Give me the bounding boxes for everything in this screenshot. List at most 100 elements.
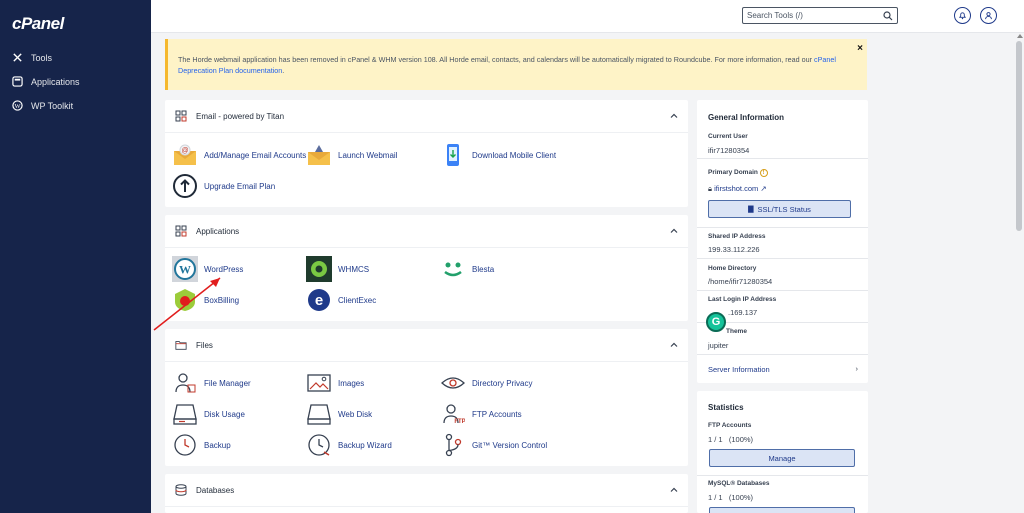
svg-text:e: e xyxy=(315,292,323,309)
upgrade-email-plan[interactable]: Upgrade Email Plan xyxy=(172,173,275,199)
search-box[interactable] xyxy=(742,7,898,24)
notifications-button[interactable] xyxy=(954,7,971,24)
item-label: FTP Accounts xyxy=(472,409,522,419)
images[interactable]: Images xyxy=(306,370,364,396)
ftp-accounts[interactable]: FTP FTP Accounts xyxy=(440,401,522,427)
mysql-manage-button[interactable] xyxy=(709,507,855,513)
disk-usage[interactable]: Disk Usage xyxy=(172,401,245,427)
deprecation-notice: × The Horde webmail application has been… xyxy=(165,39,867,90)
divider xyxy=(697,158,868,159)
clientexec-icon: e xyxy=(306,287,332,313)
divider xyxy=(697,258,868,259)
item-label: Git™ Version Control xyxy=(472,440,548,450)
backup[interactable]: Backup xyxy=(172,432,231,458)
item-label: Add/Manage Email Accounts xyxy=(204,150,307,160)
manage-button[interactable]: Manage xyxy=(709,449,855,467)
scroll-thumb[interactable] xyxy=(1016,41,1022,231)
external-link-icon: ↗ xyxy=(760,184,767,193)
scroll-up-arrow-icon[interactable] xyxy=(1017,34,1023,38)
item-label: Launch Webmail xyxy=(338,150,398,160)
download-mobile-client[interactable]: Download Mobile Client xyxy=(440,142,556,168)
search-input[interactable] xyxy=(747,11,877,20)
launch-webmail[interactable]: Launch Webmail xyxy=(306,142,397,168)
databases-panel-title: Databases xyxy=(196,485,235,495)
file-manager[interactable]: File Manager xyxy=(172,370,251,396)
git-version-control[interactable]: Git™ Version Control xyxy=(440,432,547,458)
email-panel-title: Email - powered by Titan xyxy=(196,111,285,121)
directory-privacy[interactable]: Directory Privacy xyxy=(440,370,532,396)
close-icon[interactable]: × xyxy=(857,43,863,54)
item-label: Backup Wizard xyxy=(338,440,392,450)
bell-icon xyxy=(958,12,967,20)
hard-drive-icon xyxy=(172,401,198,427)
home-directory-label: Home Directory xyxy=(708,265,757,272)
primary-domain-link[interactable]: 🔒︎ ifirstshot.com ↗ xyxy=(708,184,767,194)
chevron-up-icon[interactable] xyxy=(670,112,678,120)
info-circle-icon[interactable]: ! xyxy=(759,169,768,177)
email-panel-header[interactable]: Email - powered by Titan xyxy=(165,100,688,133)
backup-wizard[interactable]: Backup Wizard xyxy=(306,432,392,458)
divider xyxy=(697,290,868,291)
last-login-ip-label: Last Login IP Address xyxy=(708,296,777,303)
chevron-up-icon[interactable] xyxy=(670,227,678,235)
chevron-up-icon[interactable] xyxy=(670,486,678,494)
chevron-up-icon[interactable] xyxy=(670,341,678,349)
git-branch-icon xyxy=(440,432,466,458)
item-label: Download Mobile Client xyxy=(472,150,557,160)
ssl-tls-status-button[interactable]: ▇ SSL/TLS Status xyxy=(708,200,851,218)
top-bar xyxy=(151,0,1024,33)
sidebar-item-label: Tools xyxy=(31,52,53,63)
databases-panel: Databases xyxy=(165,474,688,513)
ftp-user-icon: FTP xyxy=(440,401,466,427)
user-menu-button[interactable] xyxy=(980,7,997,24)
file-manager-icon xyxy=(172,370,198,396)
statistics-panel: Statistics FTP Accounts 1 / 1 (100%) Man… xyxy=(697,391,868,513)
item-label: ClientExec xyxy=(338,295,377,305)
search-icon[interactable] xyxy=(883,11,893,21)
backup-wizard-icon xyxy=(306,432,332,458)
wordpress-icon: W xyxy=(12,100,23,111)
files-panel-title: Files xyxy=(196,340,213,350)
files-panel: Files File Manager Images Directory Priv… xyxy=(165,329,688,466)
grid-icon xyxy=(175,110,187,122)
notice-text: The Horde webmail application has been r… xyxy=(178,55,815,64)
tools-icon xyxy=(13,53,22,62)
cpanel-logo[interactable]: cPanel xyxy=(12,14,64,34)
item-label: Disk Usage xyxy=(204,409,245,419)
statistics-title: Statistics xyxy=(708,403,744,412)
whmcs-app[interactable]: WHMCS xyxy=(306,256,369,282)
databases-panel-header[interactable]: Databases xyxy=(165,474,688,507)
item-label: Images xyxy=(338,378,365,388)
backup-clock-icon xyxy=(172,432,198,458)
sidebar-item-label: WP Toolkit xyxy=(31,100,74,111)
sidebar-item-tools[interactable]: Tools xyxy=(12,52,52,63)
add-manage-email-accounts[interactable]: @ Add/Manage Email Accounts xyxy=(172,142,306,168)
page-scrollbar[interactable] xyxy=(1015,33,1024,513)
mysql-count: 1 / 1 xyxy=(708,493,723,502)
general-information-panel: General Information Current User ifir712… xyxy=(697,100,868,383)
applications-panel-header[interactable]: Applications xyxy=(165,215,688,248)
user-icon xyxy=(985,12,992,20)
ftp-percent: (100%) xyxy=(728,435,754,444)
general-information-title: General Information xyxy=(708,113,785,122)
primary-domain-label: Primary Domain ! xyxy=(708,169,768,177)
theme-label: Theme xyxy=(726,328,747,335)
notice-suffix: . xyxy=(282,66,285,75)
server-information-link[interactable]: Server Information › xyxy=(708,364,859,374)
svg-text:@: @ xyxy=(181,148,188,155)
chevron-right-icon: › xyxy=(855,364,859,373)
grammarly-icon[interactable]: G xyxy=(706,312,726,332)
files-panel-header[interactable]: Files xyxy=(165,329,688,362)
clientexec-app[interactable]: e ClientExec xyxy=(306,287,376,313)
sidebar-item-applications[interactable]: Applications xyxy=(12,76,80,87)
web-disk[interactable]: Web Disk xyxy=(306,401,372,427)
annotation-arrow-icon xyxy=(153,277,221,331)
server-information-label: Server Information xyxy=(708,365,770,374)
primary-domain-value: ifirstshot.com xyxy=(714,184,759,193)
primary-domain-label-text: Primary Domain xyxy=(708,169,758,176)
sidebar-item-wp-toolkit[interactable]: W WP Toolkit xyxy=(12,100,73,111)
webmail-icon xyxy=(306,142,332,168)
blesta-app[interactable]: Blesta xyxy=(440,256,494,282)
upgrade-icon xyxy=(172,173,198,199)
grid-icon xyxy=(175,225,187,237)
